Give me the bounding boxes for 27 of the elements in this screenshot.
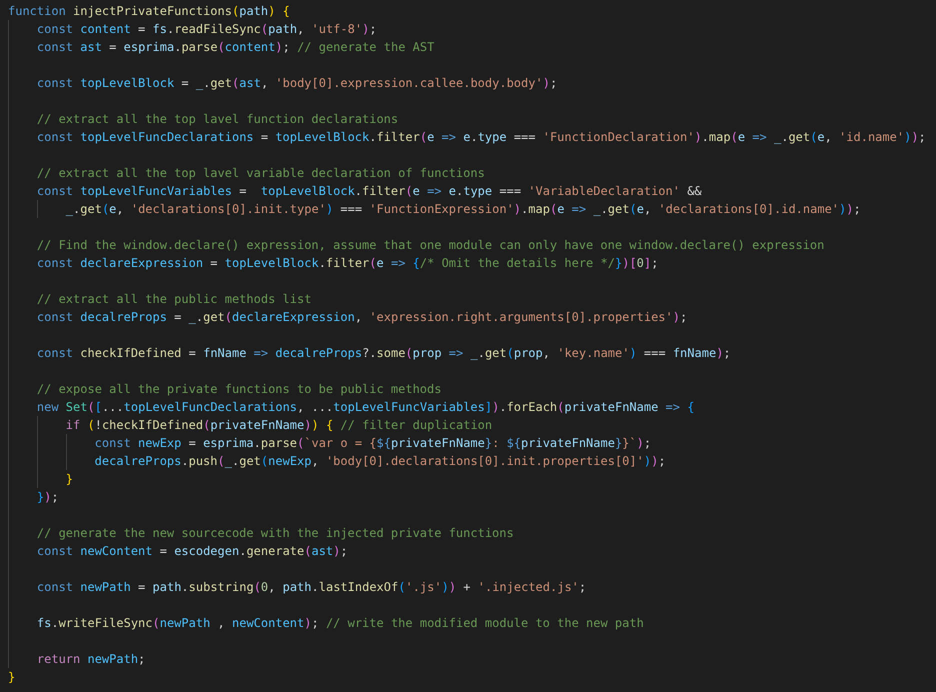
code-line: return newPath; [36,651,146,668]
code-line: fs.writeFileSync(newPath , newContent); // write the modified module to the new path [36,615,644,632]
code-line: function injectPrivateFunctions(path) { [8,3,290,20]
code-line: const ast = esprima.parse(content); // generate the AST [36,39,434,56]
code-line: } [66,471,74,488]
code-line: } [8,669,16,686]
code-line: const newContent = escodegen.generate(ast); [36,543,348,560]
code-line: if (!checkIfDefined(privateFnName)) { // filter duplication [66,417,492,434]
code-line: const declareExpression = topLevelBlock.filter(e => {/* Omit the details here */})[0]; [36,255,658,272]
code-line: }); [36,489,59,506]
code-line: const newExp = esprima.parse(`var o = {${privateFnName}: ${privateFnName}}`); [94,435,652,452]
code-line: // expose all the private functions to be public methods [36,381,442,398]
code-line: new Set([...topLevelFuncDeclarations, ...topLevelFuncVariables]).forEach(privateFnName => { [36,399,694,416]
code-line: // generate the new sourcecode with the injected private functions [36,525,514,542]
code-line: const checkIfDefined = fnName => decalreProps?.some(prop => _.get(prop, 'key.name') === fnName); [36,345,731,362]
code-line: // extract all the public methods list [36,291,312,308]
code-line: const topLevelBlock = _.get(ast, 'body[0].expression.callee.body.body'); [36,75,558,92]
code-line: const decalreProps = _.get(declareExpression, 'expression.right.arguments[0].properties'); [36,309,688,326]
code-line: const topLevelFuncVariables = topLevelBlock.filter(e => e.type === 'VariableDeclaration' && [36,183,702,200]
code-line: _.get(e, 'declarations[0].init.type') === 'FunctionExpression').map(e => _.get(e, 'declarations[0].id.name')); [66,201,861,218]
code-line: const content = fs.readFileSync(path, 'utf-8'); [36,21,377,38]
code-line: // Find the window.declare() expression, assume that one module can only have one window.declare() expression [36,237,824,254]
code-line: const topLevelFuncDeclarations = topLevelBlock.filter(e => e.type === 'FunctionDeclaration').map(e => _.get(e, 'id.name')); [36,129,926,146]
code-line: // extract all the top lavel function declarations [36,111,398,128]
code-line: // extract all the top lavel variable declaration of functions [36,165,485,182]
code-line: decalreProps.push(_.get(newExp, 'body[0].declarations[0].init.properties[0]')); [94,453,666,470]
code-line: const newPath = path.substring(0, path.lastIndexOf('.js')) + '.injected.js'; [36,579,586,596]
